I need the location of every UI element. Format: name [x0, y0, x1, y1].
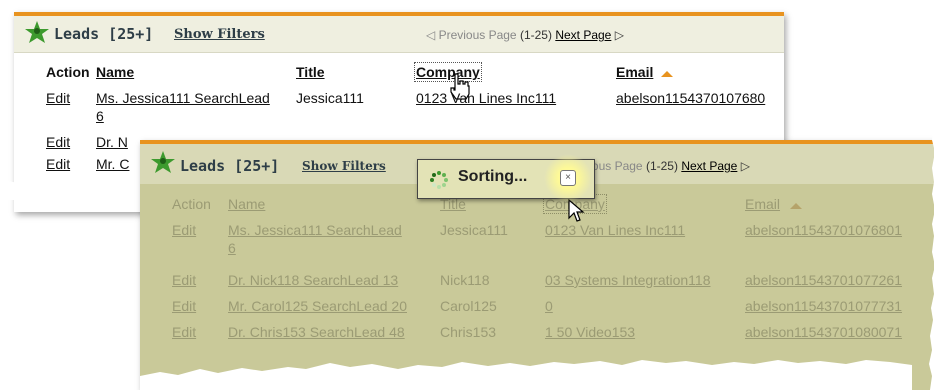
overlay-row-1-title: Jessica111	[440, 222, 508, 238]
overlay-row-4-email-link[interactable]: abelson11543701080071	[745, 324, 902, 340]
overlay-row-2-name-link[interactable]: Dr. Nick118 SearchLead 13	[228, 272, 398, 288]
page-range-overlay: (1-25)	[645, 159, 678, 173]
column-header-email[interactable]: Email	[616, 64, 653, 80]
row-1-name-link-cont[interactable]: 6	[96, 108, 104, 124]
sorting-indicator: Sorting... ×	[417, 154, 595, 202]
overlay-row-2-edit-link[interactable]: Edit	[172, 272, 196, 288]
column-header-action-overlay: Action	[172, 196, 211, 212]
overlay-row-2-company-link[interactable]: 03 Systems Integration118	[545, 272, 711, 288]
previous-page-link[interactable]: ◁ Previous Page	[426, 28, 517, 42]
column-header-name[interactable]: Name	[96, 64, 134, 80]
row-2-name-link[interactable]: Dr. N	[96, 134, 128, 150]
pager: ◁ Previous Page (1-25) Next Page ▷	[426, 28, 624, 42]
leads-title-overlay: Leads [25+]	[180, 157, 280, 175]
overlay-row-1-edit-link[interactable]: Edit	[172, 222, 196, 238]
dimmed-table: Action Name Title Company Email Edit Ms.…	[140, 184, 934, 390]
show-filters-link-overlay[interactable]: Show Filters	[302, 159, 386, 173]
row-2-edit-link[interactable]: Edit	[46, 134, 70, 150]
column-header-action: Action	[46, 64, 90, 80]
torn-edge-bottom	[140, 360, 912, 390]
star-person-logo-icon	[151, 151, 175, 173]
overlay-row-4-company-link[interactable]: 1 50 Video153	[545, 324, 635, 340]
overlay-row-3-edit-link[interactable]: Edit	[172, 298, 196, 314]
overlay-row-4-title: Chris153	[440, 324, 497, 340]
row-1-edit-link[interactable]: Edit	[46, 90, 70, 106]
overlay-row-3-title: Carol125	[440, 298, 497, 314]
next-arrow-icon[interactable]: ▷	[741, 159, 750, 173]
page-range: (1-25)	[519, 28, 552, 42]
spinner-icon	[430, 171, 448, 189]
row-1-title: Jessica111	[296, 90, 364, 106]
overlay-row-3-email-link[interactable]: abelson11543701077731	[745, 298, 902, 314]
overlay-row-4-name-link[interactable]: Dr. Chris153 SearchLead 48	[228, 324, 405, 340]
next-page-link[interactable]: Next Page	[555, 28, 611, 42]
show-filters-link[interactable]: Show Filters	[174, 27, 265, 42]
column-header-title[interactable]: Title	[296, 64, 325, 80]
overlay-row-2-email-link[interactable]: abelson11543701077261	[745, 272, 902, 288]
sort-arrow-up-icon	[790, 203, 802, 209]
overlay-row-1-email-link[interactable]: abelson11543701076801	[745, 222, 902, 238]
leads-title: Leads [25+]	[54, 25, 154, 43]
torn-edge-right	[929, 0, 934, 390]
row-1-name-link[interactable]: Ms. Jessica111 SearchLead	[96, 90, 270, 106]
overlay-row-2-title: Nick118	[440, 272, 490, 288]
overlay-row-1-name-link[interactable]: Ms. Jessica111 SearchLead	[228, 222, 402, 238]
overlay-row-1-name-cont[interactable]: 6	[228, 240, 236, 256]
overlay-row-3-company-link[interactable]: 0	[545, 298, 553, 314]
leads-header: Leads [25+] Show Filters ◁ Previous Page…	[14, 16, 784, 53]
next-arrow-icon[interactable]: ▷	[615, 28, 624, 42]
overlay-row-1-company-link[interactable]: 0123 Van Lines Inc111	[545, 222, 685, 238]
column-header-name-overlay[interactable]: Name	[228, 196, 265, 212]
row-1-company-link[interactable]: 0123 Van Lines Inc111	[416, 90, 556, 106]
close-icon[interactable]: ×	[560, 170, 576, 186]
row-1-email-link[interactable]: abelson1154370107680	[616, 90, 765, 106]
column-header-email-overlay[interactable]: Email	[745, 196, 780, 212]
overlay-row-4-edit-link[interactable]: Edit	[172, 324, 196, 340]
sort-arrow-up-icon	[661, 71, 673, 77]
next-page-link-overlay[interactable]: Next Page	[681, 159, 737, 173]
sorting-label: Sorting...	[458, 168, 528, 185]
overlay-row-3-name-link[interactable]: Mr. Carol125 SearchLead 20	[228, 298, 407, 314]
torn-edge	[0, 171, 151, 200]
star-person-logo-icon	[25, 21, 49, 43]
